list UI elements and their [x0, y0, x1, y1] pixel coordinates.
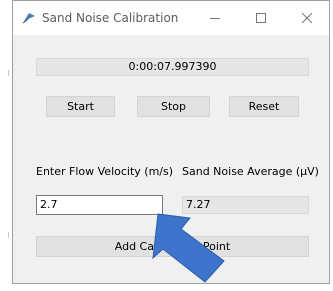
pointer-arrow-icon — [152, 213, 225, 283]
